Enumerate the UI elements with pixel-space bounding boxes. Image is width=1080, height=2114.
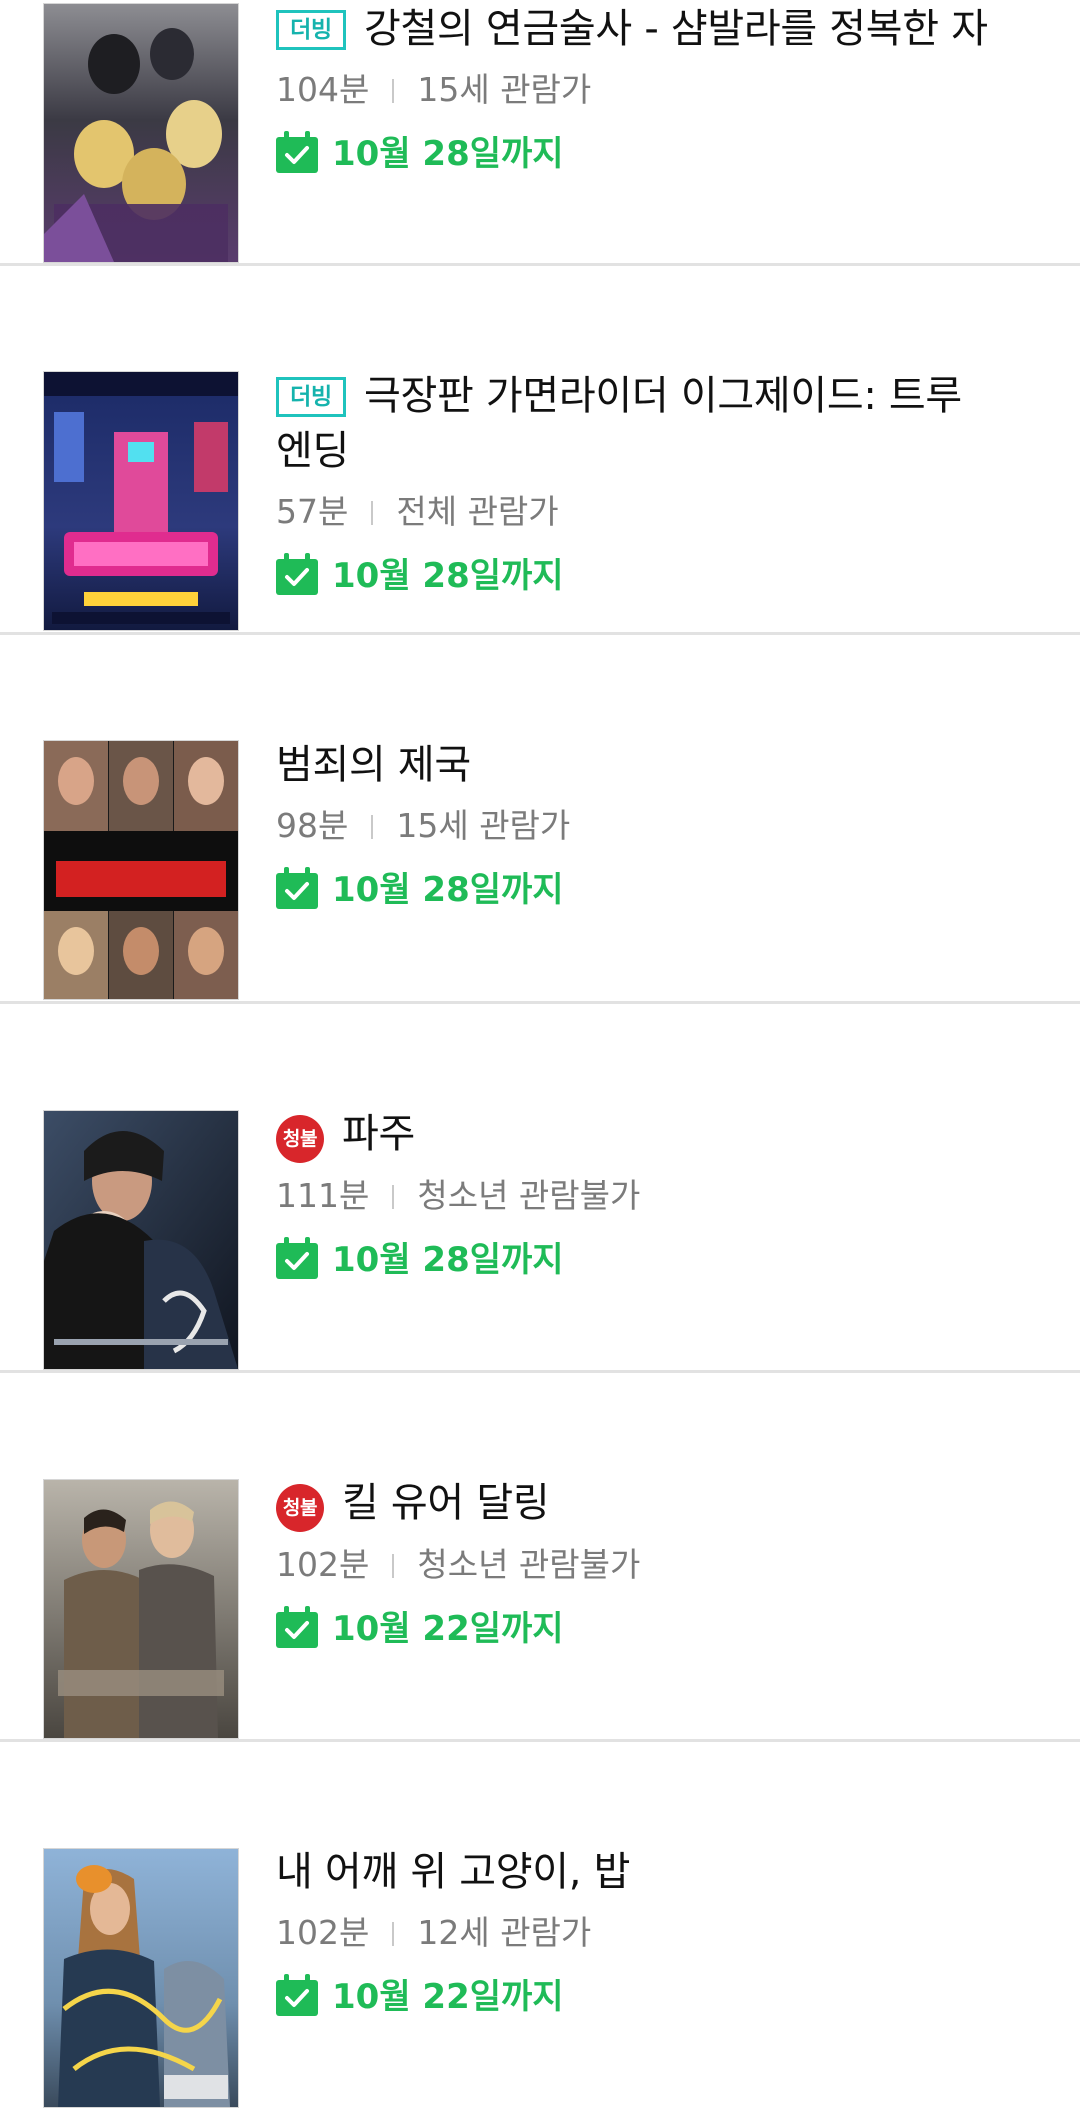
movie-title-row[interactable]: 청불 킬 유어 달링 [276, 1476, 1024, 1532]
movie-item[interactable]: 더빙 강철의 연금술사 - 샴발라를 정복한 자 104분 15세 관람가 10월 … [0, 0, 1080, 266]
calendar-check-icon [276, 1974, 318, 2016]
poster-image [44, 1111, 238, 1369]
dubbing-badge: 더빙 [276, 10, 346, 50]
movie-item[interactable]: 청불 킬 유어 달링 102분 청소년 관람불가 10월 22일까지 [0, 1373, 1080, 1742]
movie-meta: 98분 15세 관람가 [276, 795, 1024, 857]
available-until: 10월 28일까지 [332, 1240, 564, 1280]
availability: 10월 22일까지 [276, 1598, 1024, 1660]
meta-separator [392, 1185, 395, 1209]
calendar-check-icon [276, 553, 318, 595]
movie-title: 파주 [342, 1111, 415, 1157]
runtime: 57분 [276, 492, 349, 531]
movie-meta: 57분 전체 관람가 [276, 481, 1024, 543]
meta-separator [371, 501, 374, 525]
poster-image [44, 1480, 238, 1738]
meta-separator [392, 1922, 395, 1946]
movie-title: 내 어깨 위 고양이, 밥 [276, 1849, 631, 1895]
movie-meta: 102분 청소년 관람불가 [276, 1534, 1024, 1596]
calendar-check-icon [276, 131, 318, 173]
calendar-check-icon [276, 1606, 318, 1648]
movie-item[interactable]: 청불 파주 111분 청소년 관람불가 10월 28일까지 [0, 1004, 1080, 1373]
availability: 10월 28일까지 [276, 123, 1024, 185]
available-until: 10월 22일까지 [332, 1609, 564, 1649]
movie-meta: 104분 15세 관람가 [276, 59, 1024, 121]
availability: 10월 28일까지 [276, 545, 1024, 607]
age-rating: 청소년 관람불가 [417, 1176, 641, 1215]
poster-image [44, 1849, 238, 2107]
movie-poster[interactable] [44, 1480, 238, 1738]
runtime: 111분 [276, 1176, 370, 1215]
movie-meta: 111분 청소년 관람불가 [276, 1165, 1024, 1227]
movie-title-row[interactable]: 더빙 극장판 가면라이더 이그제이드: 트루 엔딩 [276, 369, 1024, 479]
calendar-check-icon [276, 867, 318, 909]
runtime: 102분 [276, 1545, 370, 1584]
availability: 10월 22일까지 [276, 1966, 1024, 2028]
movie-item[interactable]: 내 어깨 위 고양이, 밥 102분 12세 관람가 10월 22일까지 [0, 1742, 1080, 2111]
meta-separator [392, 79, 395, 103]
movie-meta: 102분 12세 관람가 [276, 1902, 1024, 1964]
movie-title: 킬 유어 달링 [342, 1480, 550, 1526]
poster-image [44, 372, 238, 630]
movie-poster[interactable] [44, 741, 238, 999]
age-rating: 청소년 관람불가 [417, 1545, 641, 1584]
movie-poster[interactable] [44, 4, 238, 262]
movie-title-row[interactable]: 범죄의 제국 [276, 738, 1024, 793]
movie-title-row[interactable]: 청불 파주 [276, 1107, 1024, 1163]
adult-only-badge: 청불 [276, 1115, 324, 1163]
movie-title-row[interactable]: 더빙 강철의 연금술사 - 샴발라를 정복한 자 [276, 2, 1024, 57]
available-until: 10월 28일까지 [332, 870, 564, 910]
age-rating: 전체 관람가 [396, 492, 559, 531]
adult-only-badge: 청불 [276, 1484, 324, 1532]
runtime: 104분 [276, 70, 370, 109]
movie-title-row[interactable]: 내 어깨 위 고양이, 밥 [276, 1845, 1024, 1900]
dubbing-badge: 더빙 [276, 377, 346, 417]
age-rating: 12세 관람가 [417, 1913, 592, 1952]
calendar-check-icon [276, 1237, 318, 1279]
movie-title: 강철의 연금술사 - 샴발라를 정복한 자 [364, 6, 988, 52]
age-rating: 15세 관람가 [396, 806, 571, 845]
poster-image [44, 4, 238, 262]
poster-image [44, 741, 238, 999]
available-until: 10월 22일까지 [332, 1977, 564, 2017]
movie-poster[interactable] [44, 372, 238, 630]
meta-separator [392, 1554, 395, 1578]
runtime: 102분 [276, 1913, 370, 1952]
movie-item[interactable]: 범죄의 제국 98분 15세 관람가 10월 28일까지 [0, 635, 1080, 1004]
movie-poster[interactable] [44, 1111, 238, 1369]
available-until: 10월 28일까지 [332, 556, 564, 596]
age-rating: 15세 관람가 [417, 70, 592, 109]
meta-separator [371, 815, 374, 839]
movie-item[interactable]: 더빙 극장판 가면라이더 이그제이드: 트루 엔딩 57분 전체 관람가 10월 2… [0, 266, 1080, 635]
movie-poster[interactable] [44, 1849, 238, 2107]
movie-title: 범죄의 제국 [276, 742, 471, 788]
movie-title: 극장판 가면라이더 이그제이드: 트루 엔딩 [276, 373, 962, 474]
runtime: 98분 [276, 806, 349, 845]
availability: 10월 28일까지 [276, 1229, 1024, 1291]
available-until: 10월 28일까지 [332, 134, 564, 174]
availability: 10월 28일까지 [276, 859, 1024, 921]
